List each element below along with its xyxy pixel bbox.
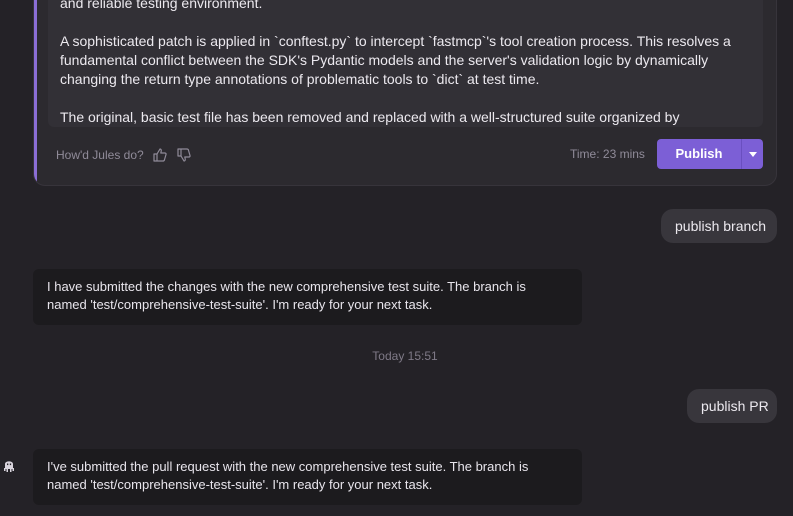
user-message: publish branch xyxy=(661,209,777,243)
chevron-down-icon xyxy=(748,151,757,157)
summary-text-area[interactable]: and reliable testing environment. A soph… xyxy=(48,0,763,127)
summary-paragraph: A sophisticated patch is applied in `con… xyxy=(60,33,731,87)
user-message: publish PR xyxy=(687,389,777,423)
time-spent-label: Time: 23 mins xyxy=(570,147,645,161)
timestamp-divider: Today 15:51 xyxy=(372,349,438,363)
thumbs-down-icon[interactable] xyxy=(176,147,192,163)
publish-pr-button[interactable]: Publish PR xyxy=(657,139,741,169)
feedback-row: How'd Jules do? xyxy=(56,147,192,163)
agent-message: I have submitted the changes with the ne… xyxy=(33,269,582,325)
chat-page: and reliable testing environment. A soph… xyxy=(0,0,793,516)
publish-options-dropdown[interactable] xyxy=(741,139,763,169)
jules-avatar-icon xyxy=(2,458,16,474)
publish-pr-split-button: Publish PR xyxy=(657,139,763,169)
thumbs-up-icon[interactable] xyxy=(152,147,168,163)
summary-card: and reliable testing environment. A soph… xyxy=(33,0,777,186)
agent-message: I've submitted the pull request with the… xyxy=(33,449,582,505)
summary-paragraph: The original, basic test file has been r… xyxy=(60,109,680,125)
summary-paragraph: and reliable testing environment. xyxy=(60,0,263,11)
feedback-label: How'd Jules do? xyxy=(56,148,144,162)
card-accent-bar xyxy=(34,0,37,185)
